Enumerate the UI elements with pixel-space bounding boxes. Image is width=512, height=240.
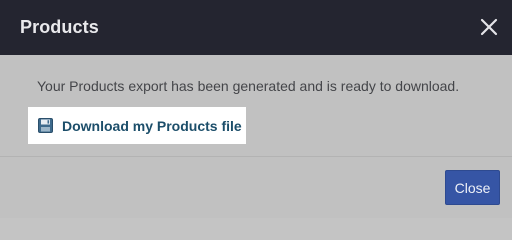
footer-divider	[0, 156, 512, 157]
dialog-title: Products	[20, 17, 99, 37]
close-icon[interactable]	[478, 16, 500, 38]
export-dialog: Products Your Products export has been g…	[0, 0, 512, 218]
dialog-body: Your Products export has been generated …	[0, 55, 512, 156]
dialog-header: Products	[0, 0, 512, 55]
download-products-file-link[interactable]: Download my Products file	[28, 107, 246, 144]
close-button[interactable]: Close	[445, 170, 500, 205]
export-ready-message: Your Products export has been generated …	[37, 78, 460, 94]
download-link-label: Download my Products file	[62, 117, 242, 134]
save-file-icon	[38, 118, 53, 133]
